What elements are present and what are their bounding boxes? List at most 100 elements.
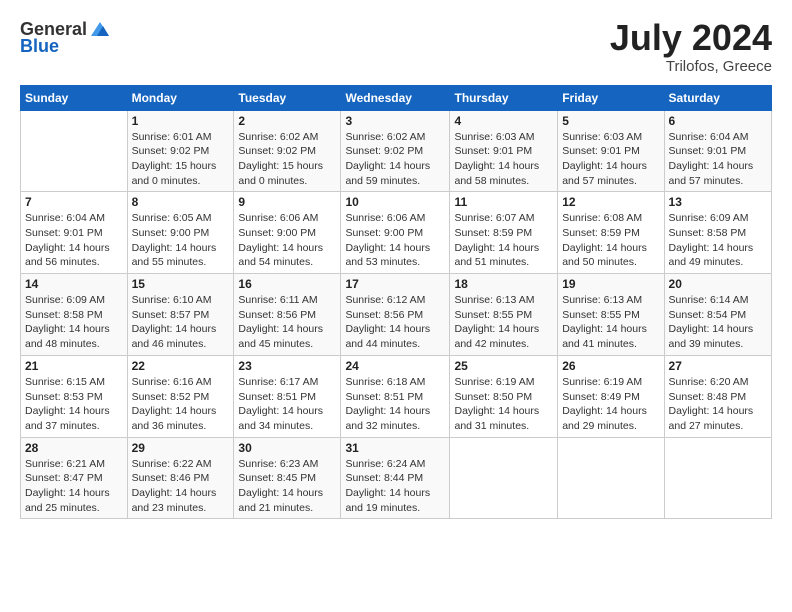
day-info: Sunrise: 6:24 AM Sunset: 8:44 PM Dayligh…: [345, 457, 445, 516]
day-number: 2: [238, 114, 336, 128]
day-number: 8: [132, 195, 230, 209]
day-cell: 23Sunrise: 6:17 AM Sunset: 8:51 PM Dayli…: [234, 355, 341, 437]
day-info: Sunrise: 6:23 AM Sunset: 8:45 PM Dayligh…: [238, 457, 336, 516]
day-info: Sunrise: 6:21 AM Sunset: 8:47 PM Dayligh…: [25, 457, 123, 516]
day-info: Sunrise: 6:08 AM Sunset: 8:59 PM Dayligh…: [562, 211, 659, 270]
week-row-5: 28 Sunrise: 6:21 AM Sunset: 8:47 PM Dayli…: [21, 437, 772, 519]
day-info: Sunrise: 6:16 AM Sunset: 8:52 PM Dayligh…: [132, 375, 230, 434]
day-info: Sunrise: 6:04 AM Sunset: 9:01 PM Dayligh…: [25, 211, 123, 270]
day-cell: 26Sunrise: 6:19 AM Sunset: 8:49 PM Dayli…: [558, 355, 664, 437]
day-cell: 13 Sunrise: 6:09 AM Sunset: 8:58 PM Dayli…: [664, 192, 771, 274]
week-row-1: 1Sunrise: 6:01 AM Sunset: 9:02 PM Daylig…: [21, 110, 772, 192]
weekday-header-monday: Monday: [127, 85, 234, 110]
day-cell: 6Sunrise: 6:04 AM Sunset: 9:01 PM Daylig…: [664, 110, 771, 192]
day-cell: 1Sunrise: 6:01 AM Sunset: 9:02 PM Daylig…: [127, 110, 234, 192]
day-number: 21: [25, 359, 123, 373]
day-cell: 18 Sunrise: 6:13 AM Sunset: 8:55 PM Dayli…: [450, 274, 558, 356]
title-location: Trilofos, Greece: [610, 58, 772, 75]
day-cell: 15 Sunrise: 6:10 AM Sunset: 8:57 PM Dayli…: [127, 274, 234, 356]
day-cell: 2 Sunrise: 6:02 AM Sunset: 9:02 PM Daylig…: [234, 110, 341, 192]
day-cell: 20 Sunrise: 6:14 AM Sunset: 8:54 PM Dayli…: [664, 274, 771, 356]
day-number: 27: [669, 359, 767, 373]
day-number: 10: [345, 195, 445, 209]
day-info: Sunrise: 6:12 AM Sunset: 8:56 PM Dayligh…: [345, 293, 445, 352]
day-info: Sunrise: 6:14 AM Sunset: 8:54 PM Dayligh…: [669, 293, 767, 352]
day-info: Sunrise: 6:02 AM Sunset: 9:02 PM Dayligh…: [345, 130, 445, 189]
day-info: Sunrise: 6:09 AM Sunset: 8:58 PM Dayligh…: [25, 293, 123, 352]
day-number: 22: [132, 359, 230, 373]
day-cell: 22 Sunrise: 6:16 AM Sunset: 8:52 PM Dayli…: [127, 355, 234, 437]
day-number: 31: [345, 441, 445, 455]
weekday-header-row: SundayMondayTuesdayWednesdayThursdayFrid…: [21, 85, 772, 110]
day-number: 7: [25, 195, 123, 209]
weekday-header-wednesday: Wednesday: [341, 85, 450, 110]
day-number: 6: [669, 114, 767, 128]
day-cell: 16 Sunrise: 6:11 AM Sunset: 8:56 PM Dayli…: [234, 274, 341, 356]
day-number: 18: [454, 277, 553, 291]
day-number: 9: [238, 195, 336, 209]
day-cell: 28 Sunrise: 6:21 AM Sunset: 8:47 PM Dayli…: [21, 437, 128, 519]
day-info: Sunrise: 6:03 AM Sunset: 9:01 PM Dayligh…: [454, 130, 553, 189]
day-number: 14: [25, 277, 123, 291]
day-cell: 29Sunrise: 6:22 AM Sunset: 8:46 PM Dayli…: [127, 437, 234, 519]
day-number: 28: [25, 441, 123, 455]
day-info: Sunrise: 6:22 AM Sunset: 8:46 PM Dayligh…: [132, 457, 230, 516]
week-row-3: 14 Sunrise: 6:09 AM Sunset: 8:58 PM Dayli…: [21, 274, 772, 356]
day-number: 19: [562, 277, 659, 291]
day-cell: 9Sunrise: 6:06 AM Sunset: 9:00 PM Daylig…: [234, 192, 341, 274]
day-number: 13: [669, 195, 767, 209]
day-number: 11: [454, 195, 553, 209]
day-cell: 25Sunrise: 6:19 AM Sunset: 8:50 PM Dayli…: [450, 355, 558, 437]
weekday-header-friday: Friday: [558, 85, 664, 110]
day-cell: 4 Sunrise: 6:03 AM Sunset: 9:01 PM Daylig…: [450, 110, 558, 192]
day-number: 20: [669, 277, 767, 291]
day-cell: [21, 110, 128, 192]
day-cell: [664, 437, 771, 519]
title-block: July 2024 Trilofos, Greece: [610, 18, 772, 75]
calendar-table: SundayMondayTuesdayWednesdayThursdayFrid…: [20, 85, 772, 520]
day-cell: 24 Sunrise: 6:18 AM Sunset: 8:51 PM Dayli…: [341, 355, 450, 437]
day-cell: 12Sunrise: 6:08 AM Sunset: 8:59 PM Dayli…: [558, 192, 664, 274]
day-number: 16: [238, 277, 336, 291]
day-cell: 7 Sunrise: 6:04 AM Sunset: 9:01 PM Daylig…: [21, 192, 128, 274]
day-number: 23: [238, 359, 336, 373]
day-info: Sunrise: 6:02 AM Sunset: 9:02 PM Dayligh…: [238, 130, 336, 189]
day-cell: 3 Sunrise: 6:02 AM Sunset: 9:02 PM Daylig…: [341, 110, 450, 192]
day-number: 17: [345, 277, 445, 291]
day-info: Sunrise: 6:01 AM Sunset: 9:02 PM Dayligh…: [132, 130, 230, 189]
weekday-header-tuesday: Tuesday: [234, 85, 341, 110]
day-info: Sunrise: 6:18 AM Sunset: 8:51 PM Dayligh…: [345, 375, 445, 434]
week-row-4: 21 Sunrise: 6:15 AM Sunset: 8:53 PM Dayli…: [21, 355, 772, 437]
day-cell: 10 Sunrise: 6:06 AM Sunset: 9:00 PM Dayli…: [341, 192, 450, 274]
day-cell: 30 Sunrise: 6:23 AM Sunset: 8:45 PM Dayli…: [234, 437, 341, 519]
day-number: 4: [454, 114, 553, 128]
weekday-header-thursday: Thursday: [450, 85, 558, 110]
week-row-2: 7 Sunrise: 6:04 AM Sunset: 9:01 PM Daylig…: [21, 192, 772, 274]
day-cell: 27 Sunrise: 6:20 AM Sunset: 8:48 PM Dayli…: [664, 355, 771, 437]
day-number: 24: [345, 359, 445, 373]
day-cell: 19Sunrise: 6:13 AM Sunset: 8:55 PM Dayli…: [558, 274, 664, 356]
day-info: Sunrise: 6:07 AM Sunset: 8:59 PM Dayligh…: [454, 211, 553, 270]
day-cell: [558, 437, 664, 519]
day-info: Sunrise: 6:03 AM Sunset: 9:01 PM Dayligh…: [562, 130, 659, 189]
day-number: 26: [562, 359, 659, 373]
title-month: July 2024: [610, 18, 772, 58]
day-cell: 5Sunrise: 6:03 AM Sunset: 9:01 PM Daylig…: [558, 110, 664, 192]
logo-icon: [89, 18, 111, 40]
day-info: Sunrise: 6:10 AM Sunset: 8:57 PM Dayligh…: [132, 293, 230, 352]
day-info: Sunrise: 6:15 AM Sunset: 8:53 PM Dayligh…: [25, 375, 123, 434]
day-cell: 21 Sunrise: 6:15 AM Sunset: 8:53 PM Dayli…: [21, 355, 128, 437]
day-number: 30: [238, 441, 336, 455]
day-info: Sunrise: 6:11 AM Sunset: 8:56 PM Dayligh…: [238, 293, 336, 352]
day-cell: 14 Sunrise: 6:09 AM Sunset: 8:58 PM Dayli…: [21, 274, 128, 356]
day-info: Sunrise: 6:06 AM Sunset: 9:00 PM Dayligh…: [345, 211, 445, 270]
day-info: Sunrise: 6:09 AM Sunset: 8:58 PM Dayligh…: [669, 211, 767, 270]
day-cell: [450, 437, 558, 519]
day-number: 15: [132, 277, 230, 291]
day-info: Sunrise: 6:19 AM Sunset: 8:50 PM Dayligh…: [454, 375, 553, 434]
weekday-header-sunday: Sunday: [21, 85, 128, 110]
day-cell: 17 Sunrise: 6:12 AM Sunset: 8:56 PM Dayli…: [341, 274, 450, 356]
day-info: Sunrise: 6:13 AM Sunset: 8:55 PM Dayligh…: [454, 293, 553, 352]
day-number: 3: [345, 114, 445, 128]
day-info: Sunrise: 6:20 AM Sunset: 8:48 PM Dayligh…: [669, 375, 767, 434]
